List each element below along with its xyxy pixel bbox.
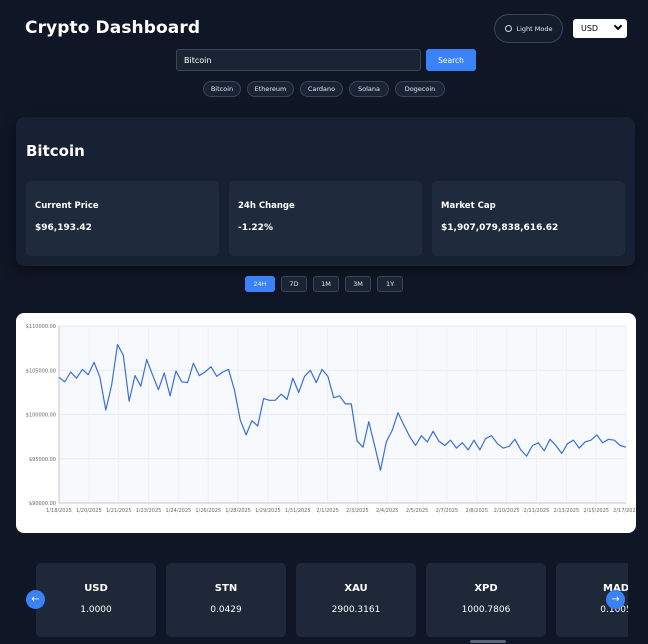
search-button[interactable]: Search <box>426 49 476 71</box>
price-chart: $110000.00 $105000.00 $100000.00 $95000.00 $… <box>16 313 636 533</box>
rate-value: 1.0000 <box>80 605 112 615</box>
time-range-selector: 24H 7D 1M 3M 1Y <box>0 276 648 292</box>
suggestion-chip[interactable]: Dogecoin <box>395 81 445 97</box>
rate-card: XPD 1000.7806 <box>426 563 546 637</box>
theme-toggle-button[interactable]: Light Mode <box>494 14 563 43</box>
suggestion-chip[interactable]: Bitcoin <box>203 81 241 97</box>
stat-card-market-cap: Market Cap $1,907,079,838,616.62 <box>432 181 625 256</box>
stat-card-price: Current Price $96,193.42 <box>26 181 219 256</box>
x-tick-label: 2/11/2025 <box>524 508 550 514</box>
range-button-3m[interactable]: 3M <box>345 276 371 292</box>
x-tick-label: 2/7/2025 <box>436 508 458 514</box>
price-chart-svg: $110000.00 $105000.00 $100000.00 $95000.00 $… <box>26 324 636 514</box>
page-title: Crypto Dashboard <box>25 18 201 38</box>
x-tick-label: 2/4/2025 <box>376 508 398 514</box>
rate-code: USD <box>84 583 108 594</box>
x-tick-label: 1/18/2025 <box>46 508 72 514</box>
chevron-down-icon <box>613 21 623 31</box>
coin-suggestions: Bitcoin Ethereum Cardano Solana Dogecoin <box>0 81 648 97</box>
currency-value: USD <box>581 24 599 33</box>
sun-icon <box>504 25 512 32</box>
y-tick-label: $95000.00 <box>29 457 56 463</box>
range-button-24h[interactable]: 24H <box>245 276 275 292</box>
x-tick-label: 1/24/2025 <box>166 508 192 514</box>
stat-label: 24h Change <box>238 201 295 211</box>
y-tick-label: $90000.00 <box>29 501 56 507</box>
carousel-prev-button[interactable]: ← <box>26 590 45 609</box>
coin-panel: Bitcoin Current Price $96,193.42 24h Cha… <box>16 117 635 266</box>
suggestion-chip[interactable]: Solana <box>349 81 389 97</box>
stat-value: -1.22% <box>238 223 273 233</box>
x-tick-label: 1/31/2025 <box>285 508 311 514</box>
coin-name: Bitcoin <box>26 142 85 160</box>
suggestion-chip[interactable]: Ethereum <box>247 81 294 97</box>
suggestion-chip[interactable]: Cardano <box>300 81 343 97</box>
search-input[interactable] <box>176 49 421 71</box>
y-tick-label: $105000.00 <box>26 368 56 374</box>
rate-card: XAU 2900.3161 <box>296 563 416 637</box>
x-tick-label: 2/17/2025 <box>613 508 636 514</box>
x-tick-label: 2/3/2025 <box>346 508 368 514</box>
stat-label: Market Cap <box>441 201 496 211</box>
exchange-rates-carousel: USD 1.0000 STN 0.0429 XAU 2900.3161 XPD … <box>36 563 628 637</box>
rate-value: 2900.3161 <box>331 605 381 615</box>
x-tick-label: 1/23/2025 <box>136 508 162 514</box>
horizontal-scrollbar[interactable] <box>470 640 506 643</box>
range-button-7d[interactable]: 7D <box>281 276 307 292</box>
stat-card-change: 24h Change -1.22% <box>229 181 422 256</box>
x-tick-label: 2/13/2025 <box>553 508 579 514</box>
rate-value: 0.0429 <box>210 605 242 615</box>
rate-card: USD 1.0000 <box>36 563 156 637</box>
x-tick-label: 2/15/2025 <box>583 508 609 514</box>
rate-code: STN <box>214 583 238 594</box>
stat-label: Current Price <box>35 201 99 211</box>
x-tick-label: 1/28/2025 <box>225 508 251 514</box>
range-button-1m[interactable]: 1M <box>313 276 339 292</box>
y-tick-label: $110000.00 <box>26 324 56 330</box>
rate-value: 1000.7806 <box>461 605 511 615</box>
carousel-next-button[interactable]: → <box>606 590 625 609</box>
rate-code: XAU <box>344 583 368 594</box>
x-tick-label: 2/1/2025 <box>316 508 338 514</box>
range-button-1y[interactable]: 1Y <box>377 276 403 292</box>
theme-toggle-label: Light Mode <box>516 24 553 33</box>
x-tick-label: 2/8/2025 <box>466 508 488 514</box>
x-tick-label: 1/29/2025 <box>255 508 281 514</box>
stat-value: $96,193.42 <box>35 223 92 233</box>
x-tick-label: 2/5/2025 <box>406 508 428 514</box>
x-tick-label: 1/21/2025 <box>106 508 132 514</box>
rate-card: STN 0.0429 <box>166 563 286 637</box>
rate-code: XPD <box>474 583 498 594</box>
x-tick-label: 2/10/2025 <box>494 508 520 514</box>
currency-select[interactable]: USD <box>573 19 627 38</box>
x-tick-label: 1/26/2025 <box>195 508 221 514</box>
x-tick-label: 1/20/2025 <box>76 508 102 514</box>
y-tick-label: $100000.00 <box>26 413 56 419</box>
stat-value: $1,907,079,838,616.62 <box>441 223 559 233</box>
